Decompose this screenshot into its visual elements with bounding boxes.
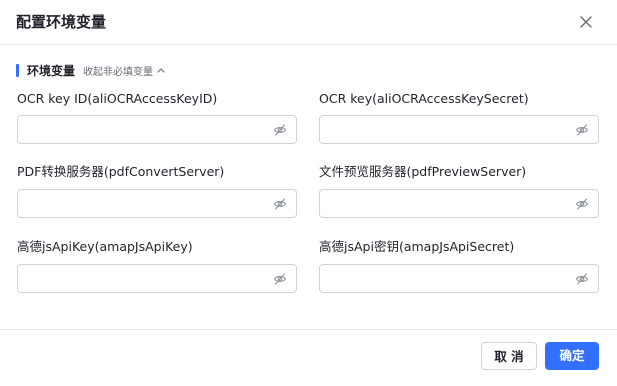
eye-off-icon[interactable] <box>273 272 287 286</box>
section-accent-bar <box>16 63 19 77</box>
ocr-key-secret-field[interactable] <box>319 115 599 144</box>
eye-off-icon[interactable] <box>273 197 287 211</box>
amap-js-api-key-input[interactable] <box>18 265 278 292</box>
amap-js-api-secret-input[interactable] <box>320 265 580 292</box>
field-label-pdf-preview-server: 文件预览服务器(pdfPreviewServer) <box>319 164 527 179</box>
field-label-pdf-convert-server: PDF转换服务器(pdfConvertServer) <box>17 164 225 179</box>
pdf-convert-server-input[interactable] <box>18 190 278 217</box>
dialog-title: 配置环境变量 <box>16 13 107 31</box>
section-header: 环境变量 收起非必填变量 <box>16 62 165 78</box>
collapse-label: 收起非必填变量 <box>83 66 154 78</box>
collapse-optional-toggle[interactable]: 收起非必填变量 <box>83 63 165 78</box>
close-icon[interactable] <box>577 13 595 31</box>
section-title: 环境变量 <box>27 63 76 78</box>
eye-off-icon[interactable] <box>575 123 589 137</box>
field-label-amap-js-api-secret: 高德jsApi密钥(amapJsApiSecret) <box>319 239 515 254</box>
eye-off-icon[interactable] <box>575 272 589 286</box>
amap-js-api-key-field[interactable] <box>17 264 297 293</box>
field-label-ocr-key-secret: OCR key(aliOCRAccessKeySecret) <box>319 91 529 106</box>
pdf-preview-server-field[interactable] <box>319 189 599 218</box>
eye-off-icon[interactable] <box>273 123 287 137</box>
env-config-dialog: 配置环境变量 环境变量 收起非必填变量 OCR key ID(aliOCRAcc… <box>0 0 617 386</box>
chevron-up-icon <box>157 65 165 76</box>
amap-js-api-secret-field[interactable] <box>319 264 599 293</box>
ocr-key-secret-input[interactable] <box>320 116 580 143</box>
pdf-preview-server-input[interactable] <box>320 190 580 217</box>
eye-off-icon[interactable] <box>575 197 589 211</box>
pdf-convert-server-field[interactable] <box>17 189 297 218</box>
dialog-header: 配置环境变量 <box>0 0 617 45</box>
field-label-ocr-key-id: OCR key ID(aliOCRAccessKeyID) <box>17 91 218 106</box>
dialog-footer: 取 消 确定 <box>0 329 617 386</box>
field-label-amap-js-api-key: 高德jsApiKey(amapJsApiKey) <box>17 239 193 254</box>
ocr-key-id-field[interactable] <box>17 115 297 144</box>
confirm-button[interactable]: 确定 <box>545 342 599 370</box>
cancel-button[interactable]: 取 消 <box>481 342 537 370</box>
ocr-key-id-input[interactable] <box>18 116 278 143</box>
